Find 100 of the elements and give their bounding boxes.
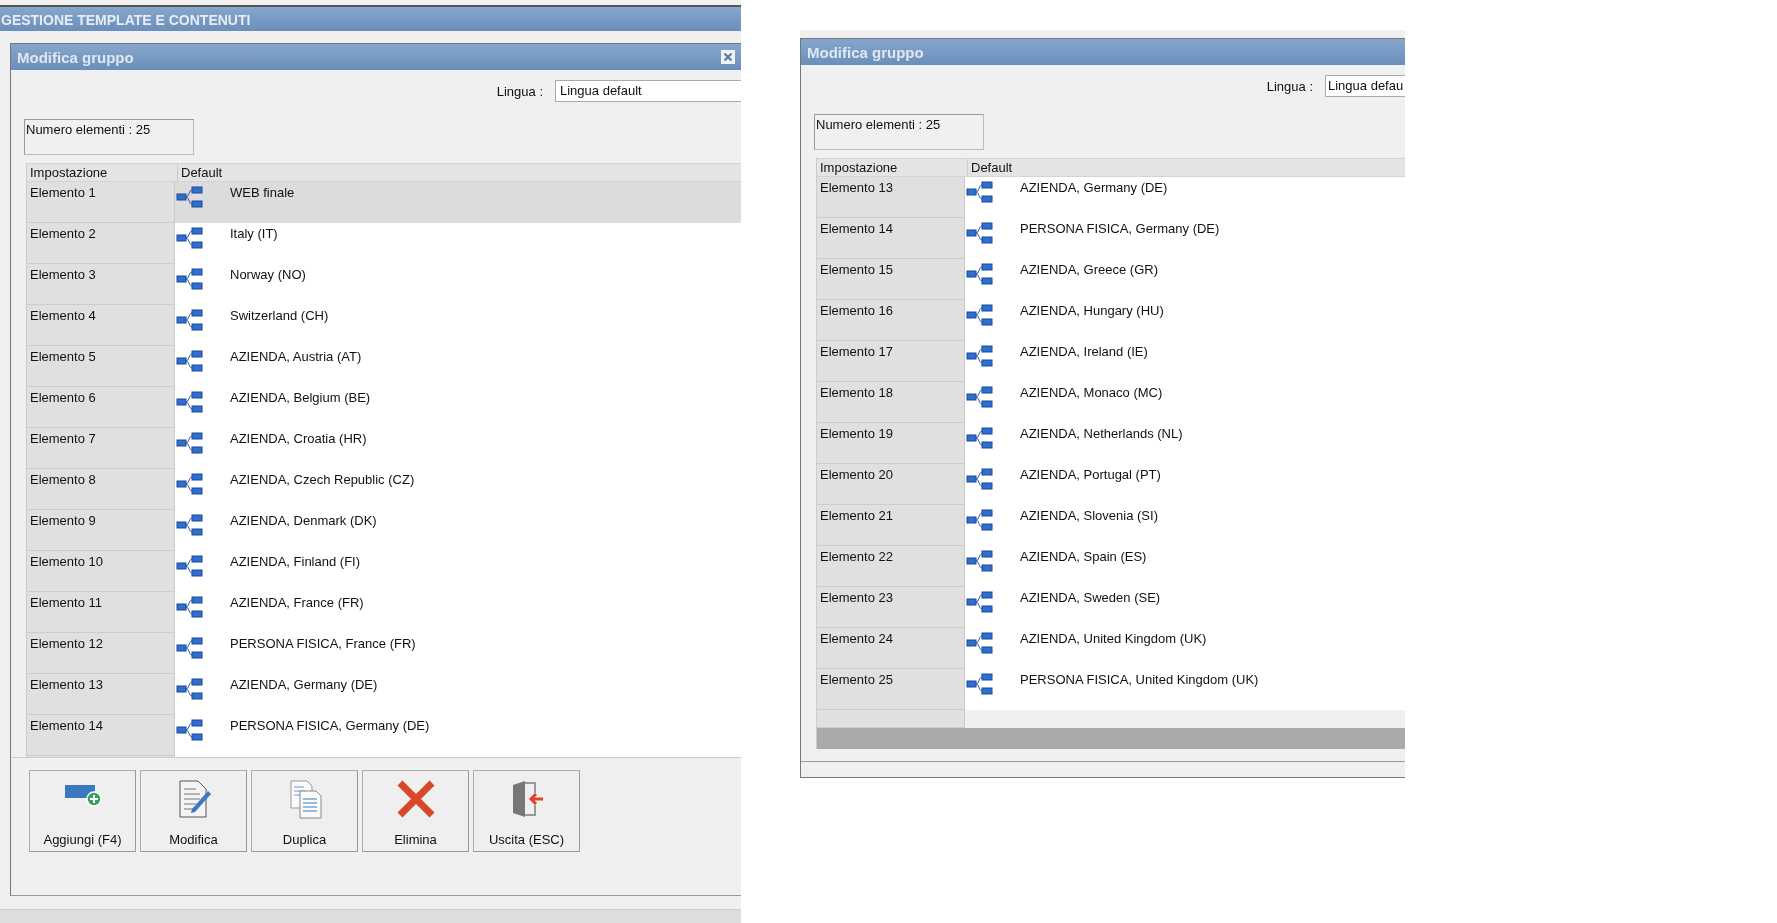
row-value: AZIENDA, Hungary (HU) xyxy=(1020,303,1164,318)
table-row[interactable]: Elemento 5 AZIENDA, Austria (AT) xyxy=(27,346,741,387)
row-value: AZIENDA, Greece (GR) xyxy=(1020,262,1158,277)
tree-icon xyxy=(966,591,993,613)
row-value: PERSONA FISICA, Germany (DE) xyxy=(230,718,430,733)
row-value: AZIENDA, Belgium (BE) xyxy=(230,390,371,405)
row-value: PERSONA FISICA, Germany (DE) xyxy=(1020,221,1220,236)
table-row[interactable]: Elemento 24 AZIENDA, United Kingdom (UK) xyxy=(817,628,1405,669)
table-row[interactable]: Elemento 11 AZIENDA, France (FR) xyxy=(27,592,741,633)
table-row[interactable]: Elemento 1 WEB finale xyxy=(27,182,741,223)
row-value: AZIENDA, Ireland (IE) xyxy=(1020,344,1148,359)
row-value: AZIENDA, Finland (FI) xyxy=(230,554,361,569)
row-name: Elemento 2 xyxy=(27,223,175,264)
row-name: Elemento 9 xyxy=(27,510,175,551)
tree-icon xyxy=(176,309,203,331)
table-row[interactable]: Elemento 23 AZIENDA, Sweden (SE) xyxy=(817,587,1405,628)
row-name: Elemento 1 xyxy=(27,182,175,223)
tree-icon xyxy=(966,304,993,326)
row-name: Elemento 23 xyxy=(817,587,965,628)
tree-icon xyxy=(176,596,203,618)
row-value: AZIENDA, Germany (DE) xyxy=(230,677,378,692)
table-row[interactable]: Elemento 13 AZIENDA, Germany (DE) xyxy=(817,177,1405,218)
tree-icon xyxy=(966,550,993,572)
row-value: Norway (NO) xyxy=(230,267,306,282)
row-value: Italy (IT) xyxy=(230,226,278,241)
tree-icon xyxy=(966,427,993,449)
row-value: AZIENDA, Portugal (PT) xyxy=(1020,467,1161,482)
toolbar-button[interactable]: Modifica xyxy=(140,770,247,852)
row-name: Elemento 7 xyxy=(27,428,175,469)
row-name: Elemento 21 xyxy=(817,505,965,546)
tree-icon xyxy=(966,509,993,531)
tree-icon xyxy=(176,678,203,700)
tree-icon xyxy=(966,222,993,244)
tree-icon xyxy=(176,473,203,495)
row-name: Elemento 25 xyxy=(817,669,965,710)
tree-icon xyxy=(176,227,203,249)
table-row[interactable]: Elemento 14 PERSONA FISICA, Germany (DE) xyxy=(27,715,741,756)
close-icon[interactable] xyxy=(721,50,735,64)
tree-icon xyxy=(176,391,203,413)
tree-icon xyxy=(966,345,993,367)
row-name: Elemento 13 xyxy=(817,177,965,218)
table-row[interactable]: Elemento 10 AZIENDA, Finland (FI) xyxy=(27,551,741,592)
row-value: AZIENDA, Austria (AT) xyxy=(230,349,362,364)
table-row[interactable]: Elemento 13 AZIENDA, Germany (DE) xyxy=(27,674,741,715)
tree-icon xyxy=(966,263,993,285)
table-row[interactable]: Elemento 8 AZIENDA, Czech Republic (CZ) xyxy=(27,469,741,510)
table-row[interactable]: Elemento 9 AZIENDA, Denmark (DK) xyxy=(27,510,741,551)
row-name: Elemento 22 xyxy=(817,546,965,587)
table-row[interactable]: Elemento 25 PERSONA FISICA, United Kingdom (UK) xyxy=(817,669,1405,710)
table-row[interactable]: Elemento 14 PERSONA FISICA, Germany (DE) xyxy=(817,218,1405,259)
row-value: PERSONA FISICA, France (FR) xyxy=(230,636,416,651)
language-field[interactable]: Lingua default xyxy=(555,80,741,102)
table-row[interactable]: Elemento 7 AZIENDA, Croatia (HR) xyxy=(27,428,741,469)
row-name: Elemento 11 xyxy=(27,592,175,633)
column-header: Default xyxy=(180,164,223,181)
row-value: AZIENDA, France (FR) xyxy=(230,595,364,610)
row-value: WEB finale xyxy=(230,185,295,200)
table-row[interactable]: Elemento 15 AZIENDA, Greece (GR) xyxy=(817,259,1405,300)
table-row[interactable]: Elemento 20 AZIENDA, Portugal (PT) xyxy=(817,464,1405,505)
tree-icon xyxy=(176,514,203,536)
count-label: Numero elementi : 25 xyxy=(24,119,194,155)
row-name: Elemento 24 xyxy=(817,628,965,669)
table-row[interactable]: Elemento 16 AZIENDA, Hungary (HU) xyxy=(817,300,1405,341)
row-name: Elemento 3 xyxy=(27,264,175,305)
column-header: Default xyxy=(970,159,1013,176)
tree-icon xyxy=(176,719,203,741)
row-name: Elemento 16 xyxy=(817,300,965,341)
language-field[interactable]: Lingua defau xyxy=(1325,75,1405,97)
toolbar-button[interactable]: Duplica xyxy=(251,770,358,852)
row-value: AZIENDA, Czech Republic (CZ) xyxy=(230,472,415,487)
row-name: Elemento 10 xyxy=(27,551,175,592)
row-value: AZIENDA, Spain (ES) xyxy=(1020,549,1147,564)
table-row[interactable]: Elemento 21 AZIENDA, Slovenia (SI) xyxy=(817,505,1405,546)
column-header: Impostazione xyxy=(27,164,178,181)
row-name: Elemento 14 xyxy=(817,218,965,259)
table-row[interactable]: Elemento 6 AZIENDA, Belgium (BE) xyxy=(27,387,741,428)
table-row[interactable]: Elemento 17 AZIENDA, Ireland (IE) xyxy=(817,341,1405,382)
dialog-title: Modifica gruppo xyxy=(17,48,134,66)
language-label: Lingua : xyxy=(496,83,543,99)
row-value: AZIENDA, Croatia (HR) xyxy=(230,431,367,446)
table-row[interactable]: Elemento 4 Switzerland (CH) xyxy=(27,305,741,346)
table-row[interactable]: Elemento 12 PERSONA FISICA, France (FR) xyxy=(27,633,741,674)
row-name: Elemento 19 xyxy=(817,423,965,464)
table-row[interactable]: Elemento 2 Italy (IT) xyxy=(27,223,741,264)
table-row[interactable]: Elemento 3 Norway (NO) xyxy=(27,264,741,305)
row-name: Elemento 6 xyxy=(27,387,175,428)
table-row[interactable]: Elemento 22 AZIENDA, Spain (ES) xyxy=(817,546,1405,587)
row-name: Elemento 15 xyxy=(817,259,965,300)
row-name: Elemento 5 xyxy=(27,346,175,387)
table-row[interactable]: Elemento 19 AZIENDA, Netherlands (NL) xyxy=(817,423,1405,464)
column-header: Impostazione xyxy=(817,159,968,176)
tree-icon xyxy=(966,386,993,408)
table-row[interactable]: Elemento 18 AZIENDA, Monaco (MC) xyxy=(817,382,1405,423)
toolbar-button[interactable]: Uscita (ESC) xyxy=(473,770,580,852)
toolbar-button[interactable]: Elimina xyxy=(362,770,469,852)
tree-icon xyxy=(966,468,993,490)
toolbar-button[interactable]: Aggiungi (F4) xyxy=(29,770,136,852)
row-name: Elemento 20 xyxy=(817,464,965,505)
tree-icon xyxy=(966,632,993,654)
row-name: Elemento 4 xyxy=(27,305,175,346)
